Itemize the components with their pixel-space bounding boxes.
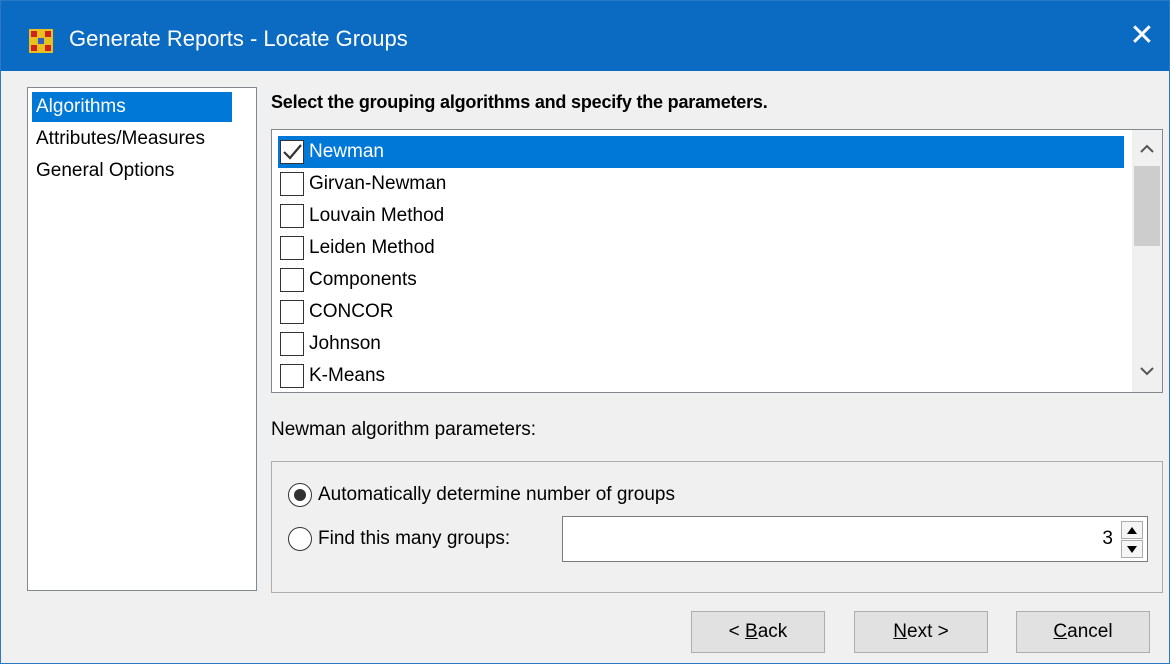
triangle-up-icon (1127, 527, 1137, 534)
radio-dot (294, 489, 306, 501)
find-groups-label: Find this many groups: (318, 528, 511, 549)
chevron-up-icon (1140, 144, 1154, 153)
list-item-newman[interactable]: Newman (278, 136, 1124, 168)
back-mnemonic: B (745, 621, 758, 642)
close-icon[interactable]: ✕ (1125, 19, 1159, 53)
auto-groups-radio[interactable] (288, 483, 312, 507)
list-item-label: Leiden Method (309, 237, 435, 258)
title-bar[interactable]: Generate Reports - Locate Groups ✕ (1, 1, 1169, 71)
checkbox-johnson[interactable] (280, 332, 304, 356)
checkbox-k-means[interactable] (280, 364, 304, 388)
vertical-scrollbar[interactable] (1132, 130, 1162, 392)
scroll-up-button[interactable] (1132, 134, 1162, 166)
category-nav: Algorithms Attributes/Measures General O… (27, 87, 257, 591)
checkbox-girvan-newman[interactable] (280, 172, 304, 196)
nav-item-attributes-measures[interactable]: Attributes/Measures (32, 124, 209, 154)
nav-item-general-options[interactable]: General Options (32, 156, 178, 186)
back-prefix: < (728, 621, 746, 642)
spinner-down-button[interactable] (1121, 540, 1143, 558)
list-item-concor[interactable]: CONCOR (278, 296, 1124, 328)
checkbox-components[interactable] (280, 268, 304, 292)
instructions-heading: Select the grouping algorithms and speci… (271, 92, 768, 112)
triangle-down-icon (1127, 546, 1137, 553)
list-item-label: CONCOR (309, 301, 394, 322)
scroll-thumb[interactable] (1134, 166, 1160, 246)
checkmark-icon (283, 144, 302, 160)
list-item-components[interactable]: Components (278, 264, 1124, 296)
checkbox-louvain-method[interactable] (280, 204, 304, 228)
scroll-down-button[interactable] (1132, 356, 1162, 388)
nav-item-algorithms[interactable]: Algorithms (32, 92, 232, 122)
list-item-label: Johnson (309, 333, 381, 354)
auto-groups-label: Automatically determine number of groups (318, 484, 675, 505)
checkbox-leiden-method[interactable] (280, 236, 304, 260)
list-item-johnson[interactable]: Johnson (278, 328, 1124, 360)
ora-grid-icon (29, 29, 53, 53)
back-label-rest: ack (757, 621, 788, 642)
next-label-rest: ext > (907, 621, 949, 642)
chevron-down-icon (1140, 367, 1154, 376)
parameters-label: Newman algorithm parameters: (271, 419, 537, 440)
checkbox-concor[interactable] (280, 300, 304, 324)
list-item-girvan-newman[interactable]: Girvan-Newman (278, 168, 1124, 200)
list-item-label: Louvain Method (309, 205, 445, 226)
list-item-leiden-method[interactable]: Leiden Method (278, 232, 1124, 264)
find-groups-radio[interactable] (288, 527, 312, 551)
window-title: Generate Reports - Locate Groups (69, 26, 408, 51)
groups-count-spinner[interactable]: 3 (562, 516, 1148, 562)
cancel-mnemonic: C (1053, 621, 1068, 642)
next-mnemonic: N (893, 621, 907, 642)
back-button[interactable]: < Back (691, 611, 825, 653)
cancel-label-rest: ancel (1067, 621, 1113, 642)
list-item-label: Components (309, 269, 417, 290)
algorithm-list[interactable]: Newman Girvan-Newman Louvain Method Leid… (271, 129, 1163, 393)
dialog-window: Generate Reports - Locate Groups ✕ Algor… (0, 0, 1170, 664)
list-item-label: K-Means (309, 365, 386, 386)
algorithm-rows: Newman Girvan-Newman Louvain Method Leid… (278, 136, 1124, 392)
list-item-louvain-method[interactable]: Louvain Method (278, 200, 1124, 232)
checkbox-newman[interactable] (280, 140, 304, 164)
parameters-group: Automatically determine number of groups… (271, 461, 1163, 593)
next-button[interactable]: Next > (854, 611, 988, 653)
groups-count-value[interactable]: 3 (1102, 517, 1113, 561)
cancel-button[interactable]: Cancel (1016, 611, 1150, 653)
list-item-label: Girvan-Newman (309, 173, 447, 194)
list-item-label: Newman (309, 141, 384, 162)
spinner-up-button[interactable] (1121, 521, 1143, 539)
list-item-k-means[interactable]: K-Means (278, 360, 1124, 392)
